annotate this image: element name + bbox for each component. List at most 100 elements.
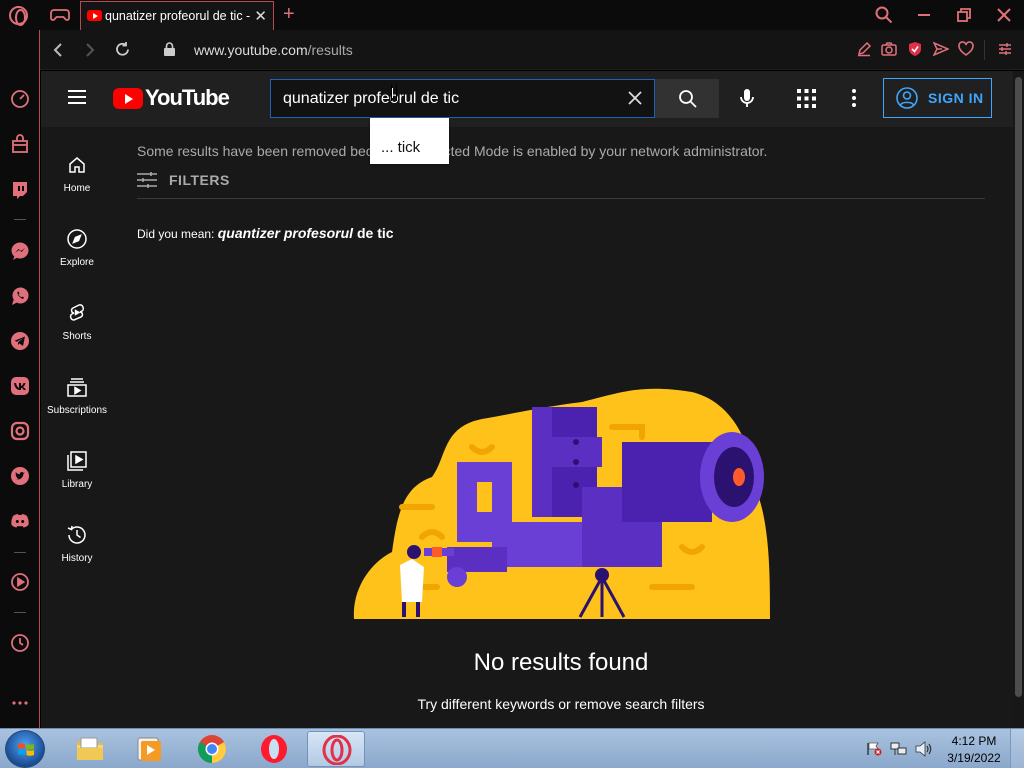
system-tray: 4:12 PM 3/19/2022 [862, 729, 1024, 768]
guide-label: Shorts [62, 331, 92, 342]
restricted-mode-notice: Some results have been removed because R… [137, 143, 768, 159]
account-circle-icon [896, 87, 918, 109]
twitch-icon[interactable] [10, 180, 30, 200]
no-results-title: No results found [473, 649, 649, 676]
twitter-icon[interactable] [10, 466, 30, 486]
no-results-illustration [353, 388, 770, 619]
minimize-button[interactable] [918, 14, 930, 16]
more-vert-icon[interactable] [851, 88, 857, 108]
guide-label: Explore [60, 257, 94, 268]
vk-icon[interactable] [10, 376, 30, 396]
taskbar-file-explorer[interactable] [61, 731, 119, 767]
snapshot-edit-icon[interactable] [856, 41, 872, 57]
menu-hamburger-icon[interactable] [68, 90, 86, 104]
search-box [270, 79, 655, 118]
did-you-mean: Did you mean: quantizer profesorul de ti… [137, 225, 394, 241]
subscriptions-icon [67, 378, 87, 397]
taskbar-media-player[interactable] [120, 731, 178, 767]
guide-sidebar: Home Explore Shorts Subscriptions Librar… [41, 127, 113, 728]
guide-label: Library [61, 479, 93, 490]
youtube-logo-text[interactable]: YouTube [145, 85, 230, 111]
instagram-icon[interactable] [10, 421, 30, 441]
sidebar-more-icon[interactable] [10, 699, 30, 707]
compass-icon [67, 229, 87, 249]
tab-close-icon[interactable]: ✕ [254, 7, 267, 25]
browser-tab-youtube[interactable]: qunatizer profeorul de tic - YouTube ✕ [80, 1, 274, 30]
search-button[interactable] [655, 79, 719, 118]
no-results-hint: Try different keywords or remove search … [417, 696, 705, 712]
action-center-flag-icon[interactable] [866, 742, 882, 756]
url-domain: www.youtube.com [194, 42, 308, 58]
heart-bookmark-icon[interactable] [958, 41, 974, 57]
search-input[interactable] [271, 80, 621, 117]
lock-icon[interactable] [164, 42, 175, 56]
sidebar-separator [14, 552, 26, 553]
suggestion-link[interactable]: quantizer profesorul de tic [218, 225, 394, 241]
autocomplete-suggestion-popup[interactable]: ... tick [370, 118, 449, 164]
taskbar-chrome[interactable] [183, 731, 241, 767]
scrollbar-thumb[interactable] [1015, 77, 1022, 697]
store-bag-icon[interactable] [10, 134, 30, 154]
player-icon[interactable] [10, 572, 30, 592]
adblock-shield-icon[interactable] [907, 41, 923, 57]
network-icon[interactable] [890, 741, 908, 757]
address-bar: www.youtube.com/results [40, 30, 1024, 70]
gamepad-icon[interactable] [50, 6, 70, 24]
clear-search-icon[interactable] [626, 89, 644, 107]
back-button[interactable] [52, 42, 64, 58]
sign-in-button[interactable]: SIGN IN [883, 78, 992, 118]
did-you-mean-prefix: Did you mean: [137, 227, 218, 241]
taskbar-opera-gx[interactable] [307, 731, 365, 767]
clock-time[interactable]: 4:12 PM [946, 734, 1002, 748]
opera-icon [261, 735, 287, 763]
apps-grid-icon[interactable] [797, 89, 816, 108]
telegram-icon[interactable] [10, 331, 30, 351]
autocomplete-suggestion-text: ... tick [381, 139, 421, 156]
speed-dial-icon[interactable] [10, 89, 30, 109]
show-desktop-button[interactable] [1010, 729, 1024, 768]
tab-title: qunatizer profeorul de tic - YouTube [105, 9, 250, 23]
youtube-page: YouTube SIGN IN Home Explore [41, 71, 1013, 728]
guide-item-library[interactable]: Library [41, 439, 113, 513]
guide-item-shorts[interactable]: Shorts [41, 291, 113, 365]
discord-icon[interactable] [10, 511, 30, 531]
start-button[interactable] [5, 730, 45, 768]
guide-label: History [61, 553, 93, 564]
camera-icon[interactable] [881, 41, 897, 57]
text-cursor-icon [391, 85, 397, 101]
volume-icon[interactable] [915, 741, 933, 757]
taskbar-opera[interactable] [245, 731, 303, 767]
media-player-icon [137, 737, 161, 761]
toolbar-divider [984, 40, 985, 60]
guide-item-explore[interactable]: Explore [41, 217, 113, 291]
send-flow-icon[interactable] [933, 41, 949, 57]
restore-button[interactable] [957, 8, 971, 22]
opera-gx-icon [322, 735, 352, 765]
folder-icon [77, 737, 103, 760]
close-window-button[interactable] [997, 8, 1011, 22]
forward-button[interactable] [84, 42, 96, 58]
youtube-logo-icon[interactable] [113, 88, 143, 109]
chrome-icon [198, 735, 226, 763]
new-tab-button[interactable]: + [283, 3, 295, 26]
opera-menu-icon[interactable] [9, 6, 28, 26]
messenger-icon[interactable] [10, 241, 30, 261]
filter-sliders-icon [137, 172, 157, 188]
clock-date[interactable]: 3/19/2022 [942, 751, 1006, 765]
home-icon [69, 157, 85, 173]
windows-taskbar: 4:12 PM 3/19/2022 [0, 728, 1024, 768]
filters-label: FILTERS [169, 172, 230, 188]
history-icon [67, 525, 86, 544]
windows-logo-icon [18, 743, 34, 756]
search-tabs-icon[interactable] [875, 6, 893, 24]
reload-button[interactable] [114, 41, 131, 58]
guide-item-history[interactable]: History [41, 513, 113, 587]
microphone-icon[interactable] [735, 86, 759, 110]
page-scrollbar[interactable] [1013, 71, 1024, 728]
history-clock-icon[interactable] [10, 633, 30, 653]
easy-setup-icon[interactable] [997, 41, 1013, 57]
guide-item-subscriptions[interactable]: Subscriptions [41, 365, 113, 439]
guide-item-home[interactable]: Home [41, 143, 113, 217]
url-field[interactable]: www.youtube.com/results [194, 42, 353, 58]
whatsapp-icon[interactable] [10, 286, 30, 306]
